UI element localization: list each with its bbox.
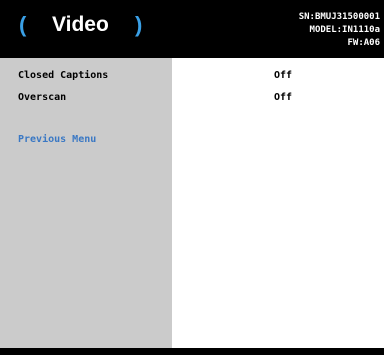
closed-captions-value[interactable]: Off <box>274 70 292 81</box>
osd-footer <box>0 348 384 355</box>
right-bracket-glyph: ) <box>135 12 143 37</box>
device-info: SN:BMUJ31500001 MODEL:IN1110a FW:A06 <box>299 11 380 50</box>
serial-number: SN:BMUJ31500001 <box>298 12 380 22</box>
osd-header: ( Video ) SN:BMUJ31500001 MODEL:IN1110a … <box>0 0 384 58</box>
model-number: MODEL:IN1110a <box>309 25 380 35</box>
previous-menu-link[interactable]: Previous Menu <box>18 134 96 145</box>
firmware-version: FW:A06 <box>347 38 380 48</box>
page-title: Video <box>52 13 109 36</box>
menu-item-closed-captions[interactable]: Closed Captions <box>18 70 108 81</box>
menu-item-overscan[interactable]: Overscan <box>18 92 66 103</box>
overscan-value[interactable]: Off <box>274 92 292 103</box>
left-bracket-glyph: ( <box>19 12 27 37</box>
